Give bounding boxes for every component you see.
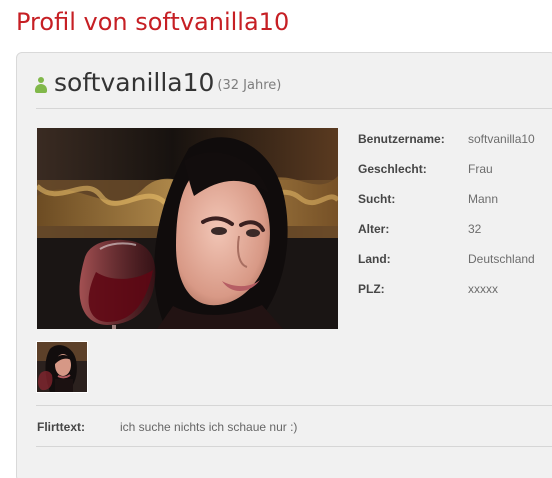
detail-value: Deutschland <box>468 252 535 266</box>
profile-details: Benutzername: softvanilla10 Geschlecht: … <box>358 131 552 311</box>
person-icon-body <box>35 84 47 93</box>
detail-label: Benutzername: <box>358 132 445 146</box>
detail-label: PLZ: <box>358 282 385 296</box>
profile-card: softvanilla10 (32 Jahre) Benutzername: s… <box>16 52 552 478</box>
header-divider <box>36 108 552 109</box>
person-icon <box>35 77 47 94</box>
detail-row-postal-code: PLZ: xxxxx <box>358 281 552 311</box>
detail-label: Geschlecht: <box>358 162 427 176</box>
detail-row-seeking: Sucht: Mann <box>358 191 552 221</box>
profile-thumbnail[interactable] <box>36 341 88 393</box>
profile-username: softvanilla10 <box>54 68 215 97</box>
detail-label: Sucht: <box>358 192 396 206</box>
flirt-section-bottom-divider <box>36 446 552 447</box>
detail-row-username: Benutzername: softvanilla10 <box>358 131 552 161</box>
profile-header: softvanilla10 (32 Jahre) <box>35 68 281 98</box>
detail-value: softvanilla10 <box>468 132 535 146</box>
detail-row-age: Alter: 32 <box>358 221 552 251</box>
flirt-section-top-divider <box>36 405 552 406</box>
main-profile-photo[interactable] <box>37 128 338 329</box>
profile-page: Profil von softvanilla10 softvanilla10 (… <box>0 0 552 478</box>
flirt-text: ich suche nichts ich schaue nur :) <box>120 420 298 434</box>
detail-value: Frau <box>468 162 493 176</box>
detail-label: Land: <box>358 252 391 266</box>
person-icon-head <box>38 77 44 83</box>
detail-row-gender: Geschlecht: Frau <box>358 161 552 191</box>
page-title: Profil von softvanilla10 <box>16 8 290 36</box>
detail-label: Alter: <box>358 222 390 236</box>
detail-value: 32 <box>468 222 482 236</box>
detail-value: xxxxx <box>468 282 498 296</box>
flirt-label: Flirttext: <box>37 420 85 434</box>
detail-value: Mann <box>468 192 499 206</box>
profile-age: (32 Jahre) <box>217 78 282 93</box>
detail-row-country: Land: Deutschland <box>358 251 552 281</box>
